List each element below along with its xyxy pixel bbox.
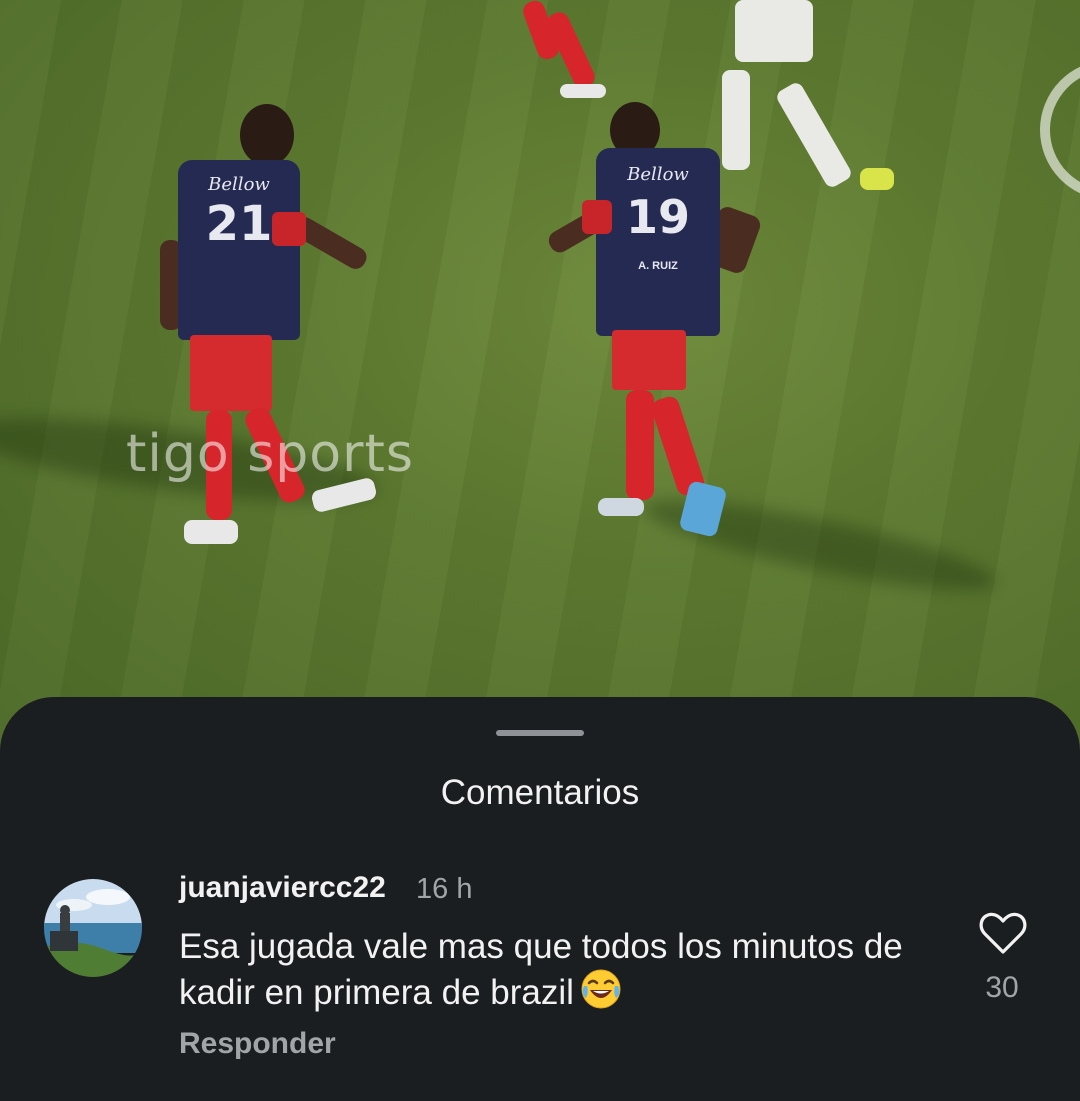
- player-jersey: Bellow 21: [178, 160, 300, 340]
- opponent-shoe: [860, 168, 894, 190]
- player-shorts: [190, 335, 272, 411]
- opponent-sock: [774, 80, 854, 190]
- reply-button[interactable]: Responder: [179, 1027, 336, 1061]
- broadcaster-watermark: tigo sports: [126, 424, 414, 484]
- player-shoe: [598, 498, 644, 516]
- player-jersey: Bellow 19 A. RUIZ: [596, 148, 720, 336]
- comment-text: Esa jugada vale mas que todos los minuto…: [179, 925, 939, 1014]
- jersey-sleeve: [272, 212, 306, 246]
- opponent-sock: [722, 70, 750, 170]
- player-shoe: [184, 520, 238, 544]
- avatar-image: [44, 879, 142, 977]
- field-marking: [1040, 60, 1080, 200]
- jersey-sleeve: [582, 200, 612, 234]
- player-leg: [626, 390, 654, 500]
- like-count: 30: [985, 971, 1019, 1004]
- jersey-number: 19: [625, 190, 690, 244]
- drag-handle[interactable]: [496, 730, 584, 736]
- avatar[interactable]: [44, 879, 142, 977]
- player-head: [240, 104, 294, 166]
- player-shorts: [612, 330, 686, 390]
- comment-body: Esa jugada vale mas que todos los minuto…: [179, 927, 903, 1012]
- jersey-sponsor: Bellow: [627, 164, 689, 185]
- player-shoe: [560, 84, 606, 98]
- sheet-title: Comentarios: [440, 773, 640, 812]
- video-player[interactable]: Bellow 21 Bellow 19 A. RUIZ tigo sports: [0, 0, 1080, 760]
- comment-timestamp: 16 h: [416, 873, 473, 905]
- opponent-shorts: [735, 0, 813, 62]
- comment-username[interactable]: juanjaviercc22: [179, 871, 386, 905]
- laughing-emoji-icon: [581, 969, 621, 1009]
- comments-sheet: Comentarios juanjaviercc22 16 h Esa juga…: [0, 697, 1080, 1101]
- jersey-surname: A. RUIZ: [638, 260, 678, 272]
- jersey-sponsor: Bellow: [208, 174, 270, 195]
- heart-icon[interactable]: [979, 911, 1027, 955]
